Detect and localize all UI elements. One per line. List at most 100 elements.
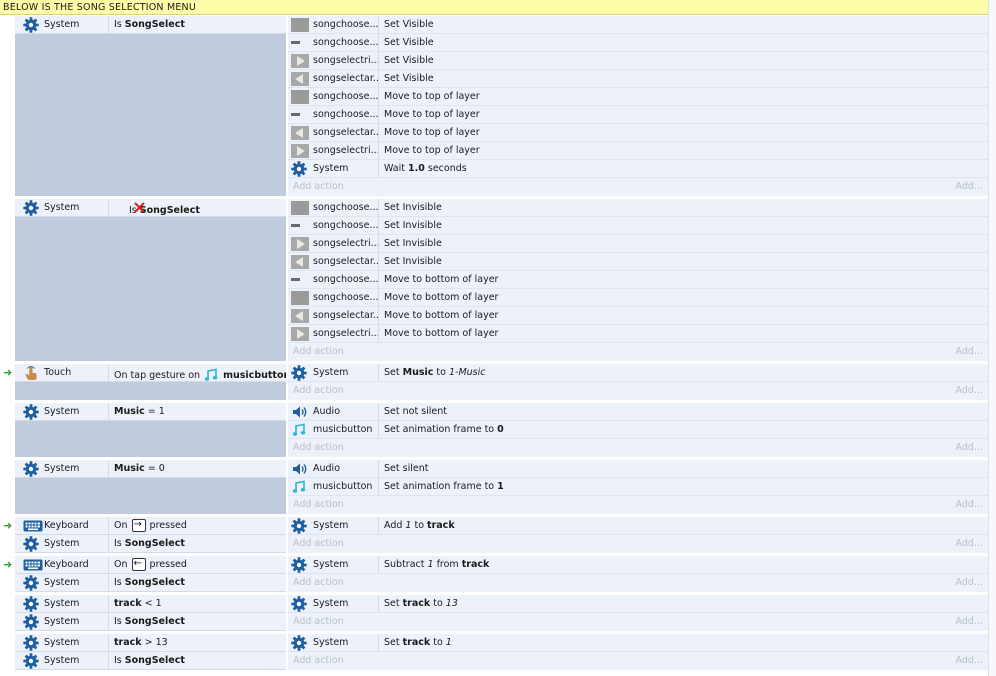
condition-object-cell[interactable]: System xyxy=(15,16,109,33)
add-action-row[interactable]: Add action Add... xyxy=(288,613,988,631)
event-margin[interactable] xyxy=(0,634,15,670)
event-margin[interactable] xyxy=(0,403,15,457)
add-action-row[interactable]: Add action Add... xyxy=(288,382,988,400)
condition-text[interactable]: track > 13 xyxy=(114,634,168,652)
event-margin[interactable] xyxy=(0,595,15,631)
add-action-link[interactable]: Add action xyxy=(293,343,344,361)
condition-text[interactable]: Is SongSelect xyxy=(114,535,185,553)
condition-row[interactable]: System track > 13 xyxy=(15,634,286,652)
add-action-row[interactable]: Add action Add... xyxy=(288,535,988,553)
condition-text[interactable]: Is SongSelect xyxy=(129,202,200,220)
condition-text[interactable]: Is SongSelect xyxy=(114,574,185,592)
add-action-link[interactable]: Add action xyxy=(293,652,344,670)
add-menu-link[interactable]: Add... xyxy=(956,574,983,592)
condition-row[interactable]: System Music = 1 xyxy=(15,403,286,421)
condition-object-cell[interactable]: System xyxy=(15,199,109,216)
event-margin[interactable] xyxy=(0,460,15,514)
condition-object-cell[interactable]: Keyboard xyxy=(15,556,109,573)
condition-object-cell[interactable]: System xyxy=(15,634,109,651)
add-menu-link[interactable]: Add... xyxy=(956,535,983,553)
condition-row[interactable]: System track < 1 xyxy=(15,595,286,613)
action-row[interactable]: songselectar... Move to bottom of layer xyxy=(288,307,988,325)
action-row[interactable]: System Set track to 1 xyxy=(288,634,988,652)
action-row[interactable]: Audio Set silent xyxy=(288,460,988,478)
action-row[interactable]: musicbutton Set animation frame to 0 xyxy=(288,421,988,439)
add-action-row[interactable]: Add action Add... xyxy=(288,496,988,514)
add-action-link[interactable]: Add action xyxy=(293,574,344,592)
condition-object-cell[interactable]: System xyxy=(15,460,109,477)
condition-text[interactable]: Is SongSelect xyxy=(114,652,185,670)
add-action-row[interactable]: Add action Add... xyxy=(288,343,988,361)
action-row[interactable]: System Set Music to 1-Music xyxy=(288,364,988,382)
action-row[interactable]: songchoose... Move to top of layer xyxy=(288,88,988,106)
condition-area[interactable] xyxy=(15,199,286,361)
condition-row[interactable]: System Is SongSelect xyxy=(15,199,286,217)
add-action-link[interactable]: Add action xyxy=(293,439,344,457)
add-menu-link[interactable]: Add... xyxy=(956,178,983,196)
condition-row[interactable]: Keyboard On ← pressed xyxy=(15,556,286,574)
condition-row[interactable]: Keyboard On → pressed xyxy=(15,517,286,535)
condition-row[interactable]: System Is SongSelect xyxy=(15,652,286,670)
action-row[interactable]: System Add 1 to track xyxy=(288,517,988,535)
add-action-row[interactable]: Add action Add... xyxy=(288,574,988,592)
add-menu-link[interactable]: Add... xyxy=(956,613,983,631)
action-row[interactable]: songchoose... Set Invisible xyxy=(288,217,988,235)
add-action-row[interactable]: Add action Add... xyxy=(288,178,988,196)
action-row[interactable]: Audio Set not silent xyxy=(288,403,988,421)
action-row[interactable]: songchoose... Set Visible xyxy=(288,16,988,34)
condition-text[interactable]: On ← pressed xyxy=(114,556,187,574)
add-menu-link[interactable]: Add... xyxy=(956,343,983,361)
condition-text[interactable]: Music = 0 xyxy=(114,460,165,478)
event-margin[interactable] xyxy=(0,16,15,196)
add-menu-link[interactable]: Add... xyxy=(956,652,983,670)
add-action-link[interactable]: Add action xyxy=(293,496,344,514)
add-menu-link[interactable]: Add... xyxy=(956,439,983,457)
action-row[interactable]: songchoose... Move to bottom of layer xyxy=(288,271,988,289)
scroll-track[interactable] xyxy=(989,0,996,676)
condition-text[interactable]: Music = 1 xyxy=(114,403,165,421)
action-row[interactable]: songselectri... Move to top of layer xyxy=(288,142,988,160)
event-margin[interactable] xyxy=(0,199,15,361)
add-action-row[interactable]: Add action Add... xyxy=(288,652,988,670)
condition-row[interactable]: System Is SongSelect xyxy=(15,574,286,592)
action-row[interactable]: System Subtract 1 from track xyxy=(288,556,988,574)
action-row[interactable]: System Set track to 13 xyxy=(288,595,988,613)
add-action-row[interactable]: Add action Add... xyxy=(288,439,988,457)
add-action-link[interactable]: Add action xyxy=(293,382,344,400)
condition-row[interactable]: System Is SongSelect xyxy=(15,535,286,553)
action-row[interactable]: musicbutton Set animation frame to 1 xyxy=(288,478,988,496)
condition-object-cell[interactable]: System xyxy=(15,574,109,591)
action-row[interactable]: songchoose... Move to top of layer xyxy=(288,106,988,124)
condition-object-cell[interactable]: System xyxy=(15,652,109,669)
add-action-link[interactable]: Add action xyxy=(293,535,344,553)
action-row[interactable]: songselectri... Move to bottom of layer xyxy=(288,325,988,343)
action-row[interactable]: songselectri... Set Invisible xyxy=(288,235,988,253)
add-menu-link[interactable]: Add... xyxy=(956,496,983,514)
action-row[interactable]: System Wait 1.0 seconds xyxy=(288,160,988,178)
condition-text[interactable]: track < 1 xyxy=(114,595,162,613)
condition-row[interactable]: System Music = 0 xyxy=(15,460,286,478)
condition-row[interactable]: System Is SongSelect xyxy=(15,16,286,34)
add-action-link[interactable]: Add action xyxy=(293,613,344,631)
condition-row[interactable]: Touch On tap gesture on musicbutton xyxy=(15,364,290,382)
add-menu-link[interactable]: Add... xyxy=(956,382,983,400)
condition-area[interactable] xyxy=(15,16,286,196)
action-row[interactable]: songchoose... Move to bottom of layer xyxy=(288,289,988,307)
condition-object-cell[interactable]: Touch xyxy=(15,364,109,381)
add-action-link[interactable]: Add action xyxy=(293,178,344,196)
condition-row[interactable]: System Is SongSelect xyxy=(15,613,286,631)
condition-text[interactable]: Is SongSelect xyxy=(114,613,185,631)
action-row[interactable]: songselectar... Move to top of layer xyxy=(288,124,988,142)
condition-text[interactable]: Is SongSelect xyxy=(114,16,185,34)
condition-text[interactable]: On tap gesture on musicbutton xyxy=(114,367,290,385)
condition-object-cell[interactable]: System xyxy=(15,403,109,420)
action-row[interactable]: songchoose... Set Invisible xyxy=(288,199,988,217)
condition-object-cell[interactable]: Keyboard xyxy=(15,517,109,534)
condition-text[interactable]: On → pressed xyxy=(114,517,187,535)
action-row[interactable]: songselectar... Set Invisible xyxy=(288,253,988,271)
condition-object-cell[interactable]: System xyxy=(15,535,109,552)
action-row[interactable]: songselectri... Set Visible xyxy=(288,52,988,70)
comment-row[interactable]: BELOW IS THE SONG SELECTION MENU xyxy=(0,0,988,15)
condition-object-cell[interactable]: System xyxy=(15,613,109,630)
action-row[interactable]: songchoose... Set Visible xyxy=(288,34,988,52)
